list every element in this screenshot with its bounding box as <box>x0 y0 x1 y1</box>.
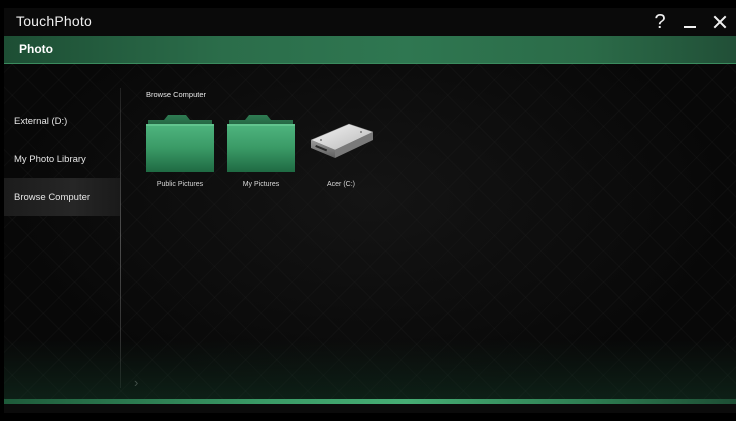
help-icon: ? <box>654 11 666 33</box>
section-header-title: Photo <box>19 42 53 56</box>
browse-section-title: Browse Computer <box>146 90 207 99</box>
folder-icon <box>227 115 295 172</box>
app-window: TouchPhoto ? Photo External (D:) My Phot… <box>4 8 736 413</box>
folder-icon <box>146 115 214 172</box>
scroll-next-arrow[interactable]: › <box>134 375 138 390</box>
tile-label: Acer (C:) <box>327 181 355 188</box>
tile-label: Public Pictures <box>156 181 204 188</box>
sidebar-divider <box>120 88 121 388</box>
close-button[interactable] <box>710 11 730 33</box>
minimize-button[interactable] <box>680 11 700 33</box>
sidebar: External (D:) My Photo Library Browse Co… <box>4 64 120 399</box>
window-controls: ? <box>650 10 730 34</box>
tile-public-pictures[interactable]: Public Pictures <box>140 112 220 234</box>
hard-drive-icon <box>310 123 374 158</box>
tile-my-pictures[interactable]: My Pictures <box>221 112 301 234</box>
close-icon <box>713 15 727 29</box>
sidebar-item-label: External (D:) <box>14 115 68 127</box>
sidebar-item-my-photo-library[interactable]: My Photo Library <box>4 140 120 178</box>
minimize-icon <box>684 26 696 28</box>
sidebar-item-browse-computer[interactable]: Browse Computer <box>4 178 120 216</box>
help-button[interactable]: ? <box>650 11 670 33</box>
title-bar: TouchPhoto ? <box>4 8 736 36</box>
sidebar-item-label: My Photo Library <box>14 153 86 165</box>
sidebar-item-external-d[interactable]: External (D:) <box>4 102 120 140</box>
tile-acer-c[interactable]: Acer (C:) <box>301 112 381 234</box>
sidebar-item-label: Browse Computer <box>14 191 91 203</box>
location-grid: Public Pictures My Pictures Acer (C:) <box>140 112 540 242</box>
tile-label: My Pictures <box>242 181 280 188</box>
section-header: Photo <box>4 36 736 66</box>
app-title: TouchPhoto <box>16 13 92 29</box>
main-content: External (D:) My Photo Library Browse Co… <box>4 64 736 399</box>
footer-bar <box>4 404 736 413</box>
